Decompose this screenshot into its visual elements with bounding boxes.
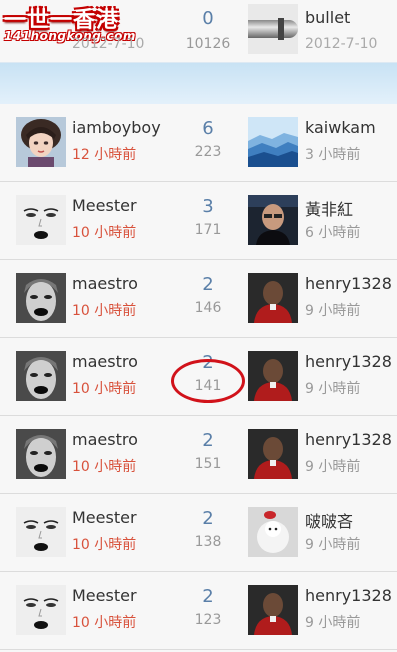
red-circle-annotation <box>171 359 245 403</box>
last-post-time: 9 小時前 <box>305 615 361 631</box>
thread-row[interactable]: maestro 10 小時前 2 151 henry1328 9 小時前 <box>0 416 397 494</box>
view-count: 138 <box>194 534 222 550</box>
reply-count: 2 <box>202 508 214 529</box>
view-count: 10126 <box>185 36 231 52</box>
last-poster-name[interactable]: 黃非紅 <box>305 196 353 220</box>
view-count: 171 <box>194 222 222 238</box>
thread-row[interactable]: Meester 10 小時前 3 171 黃非紅 6 小時前 <box>0 182 397 260</box>
last-post-date: 2012-7-10 <box>305 36 378 52</box>
post-time: 10 小時前 <box>72 381 137 397</box>
last-post-time: 9 小時前 <box>305 381 361 397</box>
reply-count: 0 <box>202 8 214 29</box>
avatar-footballer[interactable] <box>248 429 298 479</box>
thread-author[interactable]: Meester <box>72 196 137 215</box>
post-time: 10 小時前 <box>72 537 137 553</box>
post-time: 10 小時前 <box>72 303 137 319</box>
view-count: 151 <box>194 456 222 472</box>
avatar-woman-bw[interactable] <box>16 351 66 401</box>
last-poster-name[interactable]: 啵啵吝 <box>305 508 353 532</box>
avatar-footballer[interactable] <box>248 351 298 401</box>
post-time: 10 小時前 <box>72 459 137 475</box>
view-count: 223 <box>194 144 222 160</box>
thread-row[interactable]: maestro 10 小時前 2 146 henry1328 9 小時前 <box>0 260 397 338</box>
thread-author[interactable]: maestro <box>72 352 138 371</box>
section-divider-bar <box>0 62 397 106</box>
last-post-time: 9 小時前 <box>305 303 361 319</box>
thread-row[interactable]: Meester 10 小時前 2 138 啵啵吝 9 小時前 <box>0 494 397 572</box>
thread-author[interactable]: Meester <box>72 586 137 605</box>
avatar-footballer[interactable] <box>248 273 298 323</box>
thread-row[interactable]: Meester 10 小時前 2 123 henry1328 9 小時前 <box>0 572 397 650</box>
avatar-man-photo[interactable] <box>248 195 298 245</box>
last-post-time: 9 小時前 <box>305 459 361 475</box>
last-poster-name[interactable]: henry1328 <box>305 586 392 605</box>
post-time: 12 小時前 <box>72 147 137 163</box>
avatar-anime-girl[interactable] <box>16 117 66 167</box>
thread-author[interactable]: maestro <box>72 430 138 449</box>
view-count: 123 <box>194 612 222 628</box>
thread-row-top[interactable]: 一世一香港 141hongkong.com 2012-7-10 0 10126 … <box>0 0 397 62</box>
avatar-face-sketch[interactable] <box>16 507 66 557</box>
view-count: 146 <box>194 300 222 316</box>
post-date: 2012-7-10 <box>72 36 145 52</box>
reply-count: 6 <box>202 118 214 139</box>
thread-author[interactable]: maestro <box>72 274 138 293</box>
avatar-face-sketch[interactable] <box>16 585 66 635</box>
avatar-woman-bw[interactable] <box>16 273 66 323</box>
last-poster-name[interactable]: henry1328 <box>305 430 392 449</box>
reply-count: 3 <box>202 196 214 217</box>
avatar-white-figure[interactable] <box>248 507 298 557</box>
avatar-blue-mountains[interactable] <box>248 117 298 167</box>
thread-author[interactable]: Meester <box>72 508 137 527</box>
thread-list-screen: 一世一香港 141hongkong.com 2012-7-10 0 10126 … <box>0 0 397 652</box>
avatar-pen-thumb[interactable] <box>248 4 298 54</box>
thread-author[interactable]: iamboyboy <box>72 118 161 137</box>
last-post-time: 3 小時前 <box>305 147 361 163</box>
avatar-footballer[interactable] <box>248 585 298 635</box>
last-post-time: 6 小時前 <box>305 225 361 241</box>
last-poster-name[interactable]: bullet <box>305 8 350 27</box>
thread-row[interactable]: iamboyboy 12 小時前 6 223 kaiwkam 3 小時前 <box>0 104 397 182</box>
last-poster-name[interactable]: henry1328 <box>305 274 392 293</box>
avatar-face-sketch[interactable] <box>16 195 66 245</box>
post-time: 10 小時前 <box>72 615 137 631</box>
avatar-woman-bw[interactable] <box>16 429 66 479</box>
last-post-time: 9 小時前 <box>305 537 361 553</box>
last-poster-name[interactable]: henry1328 <box>305 352 392 371</box>
last-poster-name[interactable]: kaiwkam <box>305 118 376 137</box>
post-time: 10 小時前 <box>72 225 137 241</box>
reply-count: 2 <box>202 430 214 451</box>
reply-count: 2 <box>202 274 214 295</box>
reply-count: 2 <box>202 586 214 607</box>
